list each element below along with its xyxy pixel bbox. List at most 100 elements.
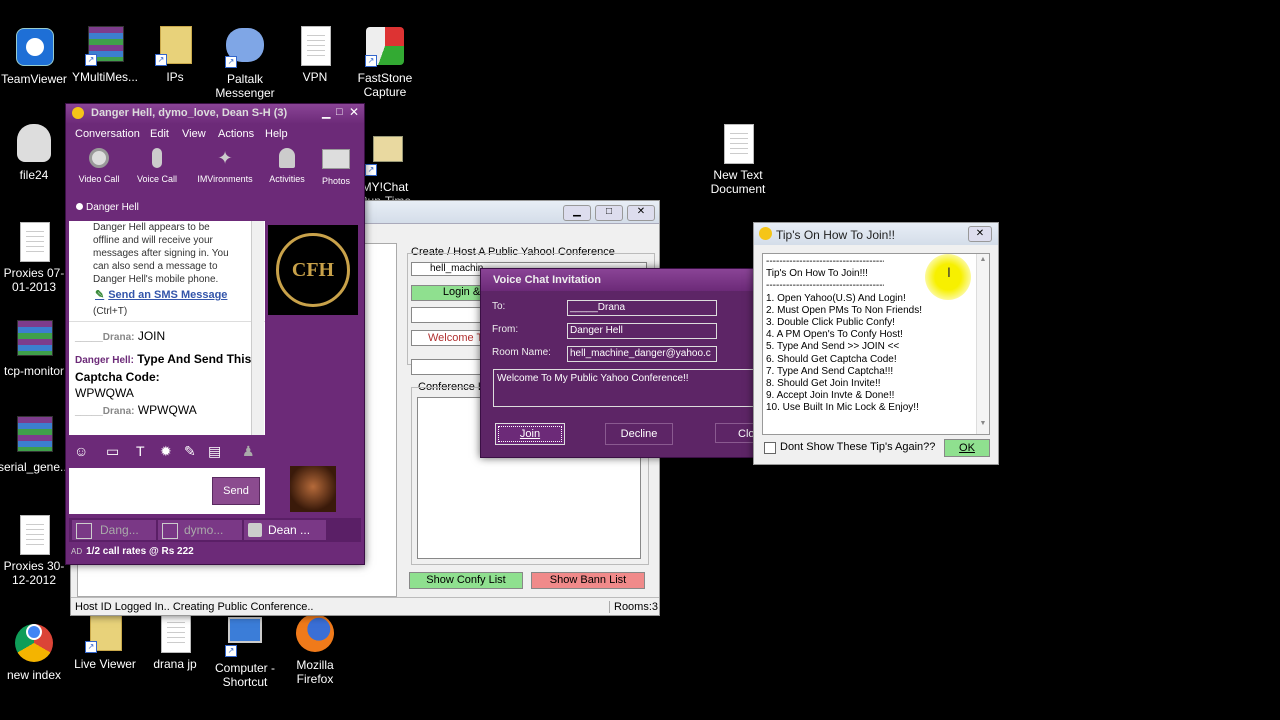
desktop-icon-label: Mozilla Firefox: [296, 658, 334, 686]
desktop-icon-teamviewer[interactable]: TeamViewer: [0, 26, 71, 86]
desktop-icon-label: file24: [19, 168, 49, 182]
desktop-icon-new-text-document[interactable]: New Text Document: [701, 124, 775, 196]
message-1: _____Drana: JOIN: [75, 329, 165, 343]
tab-danger-hell[interactable]: Dang...: [72, 520, 156, 540]
desktop-icon-proxies-2012[interactable]: Proxies 30-12-2012: [0, 515, 71, 587]
tip-item: 9. Accept Join Invte & Done!!: [766, 390, 895, 402]
rar-archive-icon: [14, 416, 54, 456]
my-avatar: [290, 466, 336, 512]
close-button[interactable]: ✕: [627, 205, 655, 221]
join-button[interactable]: Join: [495, 423, 565, 445]
conversation-scrollbar[interactable]: [251, 221, 264, 435]
chat-menubar: Conversation Edit View Actions Help: [66, 126, 364, 144]
faststone-icon: ↗: [365, 27, 405, 67]
show-bann-list-button[interactable]: Show Bann List: [531, 572, 645, 589]
photos-button[interactable]: Photos: [316, 148, 356, 186]
minimize-button[interactable]: ▁: [563, 205, 591, 221]
desktop-icon-paltalk[interactable]: ↗ Paltalk Messenger: [208, 26, 282, 100]
desktop-icon-firefox[interactable]: Mozilla Firefox: [278, 613, 352, 686]
video-call-button[interactable]: Video Call: [76, 148, 122, 184]
tab-dymo[interactable]: dymo...: [158, 520, 242, 540]
voice-chat-invitation-dialog: Voice Chat Invitation To: _____Drana Fro…: [480, 268, 754, 458]
imvironments-icon: ✦: [217, 148, 233, 168]
contact-share-icon[interactable]: ♟: [242, 443, 255, 460]
room-name-field[interactable]: hell_machine_danger@yahoo.c: [567, 346, 717, 362]
activities-button[interactable]: Activities: [262, 148, 312, 184]
desktop-icon-computer[interactable]: ↗ Computer - Shortcut: [208, 613, 282, 689]
share-files-icon[interactable]: ▤: [208, 443, 221, 460]
desktop-icon-ymultimes[interactable]: ↗ YMultiMes...: [68, 26, 142, 84]
conversation-pane[interactable]: Danger Hell appears to be offline and wi…: [69, 221, 265, 435]
chat-maximize-button[interactable]: □: [336, 106, 343, 118]
imvironments-button[interactable]: ✦ IMVironments: [192, 148, 258, 184]
chat-close-button[interactable]: ✕: [349, 105, 359, 119]
desktop-icon-new-index[interactable]: new index: [0, 613, 71, 682]
tips-scrollbar[interactable]: ▲ ▼: [976, 254, 989, 434]
decline-button[interactable]: Decline: [605, 423, 673, 445]
desktop-icon-ips[interactable]: ↗ IPs: [138, 26, 212, 84]
desktop-icon-tcp-monitor[interactable]: tcp-monitor: [0, 320, 71, 378]
sms-link-text: Send an SMS Message: [108, 289, 228, 301]
desktop-icon-live-viewer[interactable]: ↗ Live Viewer: [68, 613, 142, 671]
maximize-button[interactable]: □: [595, 205, 623, 221]
text-format-icon[interactable]: T: [136, 443, 145, 459]
voice-call-button[interactable]: Voice Call: [134, 148, 180, 184]
audibles-icon[interactable]: ✹: [160, 443, 172, 460]
rar-archive-icon: ↗: [85, 26, 125, 66]
desktop-icon-serial-gene[interactable]: serial_gene...: [0, 416, 71, 474]
tips-text-area[interactable]: I ------------------------------------ T…: [762, 253, 990, 435]
send-button[interactable]: Send: [212, 477, 260, 505]
pen-icon[interactable]: ✎: [184, 443, 196, 460]
desktop-icon-vpn[interactable]: VPN: [278, 26, 352, 84]
to-field[interactable]: _____Drana: [567, 300, 717, 316]
desktop-icon-label: New Text Document: [710, 168, 766, 196]
offline-note: Danger Hell appears to be offline and wi…: [93, 222, 229, 285]
menu-actions[interactable]: Actions: [218, 128, 254, 140]
menu-edit[interactable]: Edit: [150, 128, 169, 140]
tips-heading: Tip's On How To Join!!!: [766, 268, 868, 280]
dialog-titlebar: Voice Chat Invitation: [481, 269, 753, 291]
tab-label: dymo...: [184, 523, 224, 537]
emoticon-icon[interactable]: ☺: [74, 443, 88, 459]
toolbar-label: Video Call: [78, 174, 120, 184]
show-confy-list-button[interactable]: Show Confy List: [409, 572, 523, 589]
desktop-icon-label: Proxies 30-12-2012: [3, 559, 65, 587]
room-name-label: Room Name:: [492, 347, 551, 358]
desktop-icon-file24[interactable]: file24: [0, 124, 71, 182]
toolbar-label: IMVironments: [197, 174, 253, 184]
desktop-icon-drana-jp[interactable]: drana jp: [138, 613, 212, 671]
rooms-count: Rooms:3: [609, 601, 658, 613]
ok-button[interactable]: OK: [944, 439, 990, 457]
sms-shortcut: (Ctrl+T): [93, 306, 128, 317]
desktop-icon-label: IPs: [166, 70, 184, 84]
desktop-icon-faststone[interactable]: ↗ FastStone Capture: [348, 26, 422, 99]
menu-help[interactable]: Help: [265, 128, 288, 140]
invitation-message[interactable]: Welcome To My Public Yahoo Conference!!: [493, 369, 753, 407]
ad-text: 1/2 call rates @ Rs 222: [86, 546, 194, 557]
activities-icon: [279, 148, 295, 168]
tip-item: 4. A PM Open's To Confy Host!: [766, 329, 903, 341]
from-field[interactable]: Danger Hell: [567, 323, 717, 339]
captcha-code: WPWQWA: [75, 386, 134, 400]
contact-avatar: CFH: [268, 225, 358, 315]
tab-dean[interactable]: Dean ...: [244, 520, 326, 540]
menu-conversation[interactable]: Conversation: [75, 128, 140, 140]
dont-show-checkbox[interactable]: [764, 442, 776, 454]
tips-close-button[interactable]: ✕: [968, 226, 992, 242]
desktop-icon-proxies-2013[interactable]: Proxies 07-01-2013: [0, 222, 71, 294]
buzz-icon[interactable]: ▭: [106, 443, 119, 460]
desktop-icon-label: Live Viewer: [74, 657, 136, 671]
ad-bar[interactable]: AD 1/2 call rates @ Rs 222: [71, 546, 194, 557]
sms-link[interactable]: ✎ Send an SMS Message: [95, 288, 227, 301]
document-icon: [295, 26, 335, 66]
desktop-icon-label: drana jp: [153, 657, 197, 671]
desktop-icon-label: VPN: [302, 70, 328, 84]
document-icon: [14, 515, 54, 555]
chat-minimize-button[interactable]: ▁: [322, 106, 330, 119]
tip-item: 7. Type And Send Captcha!!!: [766, 365, 894, 377]
tips-window: Tip's On How To Join!! ✕ I -------------…: [753, 222, 999, 465]
tip-item: 5. Type And Send >> JOIN <<: [766, 341, 900, 353]
close-dialog-button[interactable]: Clos: [715, 423, 753, 443]
menu-view[interactable]: View: [182, 128, 206, 140]
tab-label: Dean ...: [268, 523, 311, 537]
